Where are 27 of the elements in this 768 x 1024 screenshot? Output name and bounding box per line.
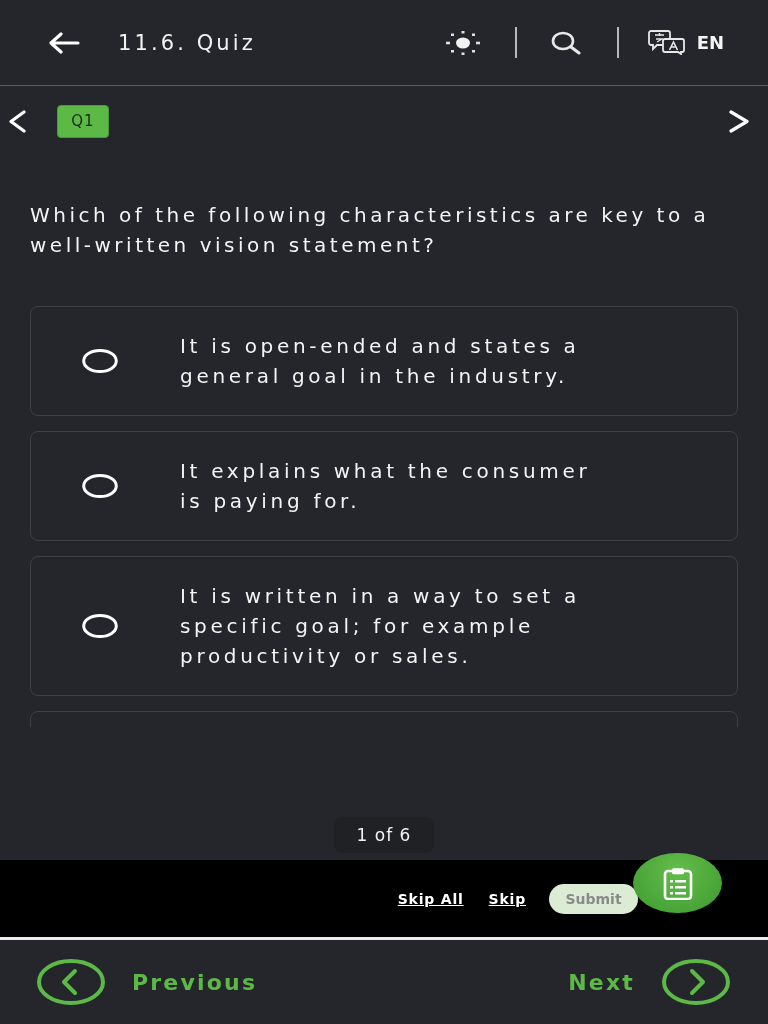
question-badge[interactable]: Q1 [57,104,109,138]
radio-icon[interactable] [82,614,118,638]
chevron-circle-right-icon [662,959,730,1005]
progress-indicator: 1 of 6 [334,817,434,853]
option-text: It is written in a way to set a specific goal; for example productivity or sales. [180,583,581,670]
chevron-right-icon[interactable] [728,109,750,133]
skip-link[interactable]: Skip [488,890,526,907]
radio-icon[interactable] [82,474,118,498]
search-icon[interactable] [550,30,581,55]
radio-icon[interactable] [82,349,118,373]
option-card[interactable]: It is open-ended and states a general goal in the industry. [30,306,738,416]
option-card[interactable]: It is written in a way to set a specific goal; for example productivity or sales. [30,556,738,696]
chevron-circle-left-icon [37,959,105,1005]
language-button[interactable]: EN [647,30,724,55]
skip-all-link[interactable]: Skip All [397,890,464,907]
back-icon[interactable] [48,31,80,54]
question-text: Which of the following characteristics are key to a well-written vision statement? [30,202,711,259]
option-text: It is open-ended and states a general goal in the industry. [180,333,581,390]
chevron-left-icon[interactable] [8,109,26,133]
option-text: It explains what the consumer is paying for. [180,458,592,515]
previous-button[interactable]: Previous [37,959,258,1005]
translate-icon [647,30,686,55]
sun-icon[interactable] [445,30,480,55]
clipboard-icon [662,866,693,900]
option-card[interactable]: It explains what the consumer is paying for. [30,431,738,541]
next-button[interactable]: Next [568,959,730,1005]
page-title: 11.6. Quiz [118,30,257,55]
